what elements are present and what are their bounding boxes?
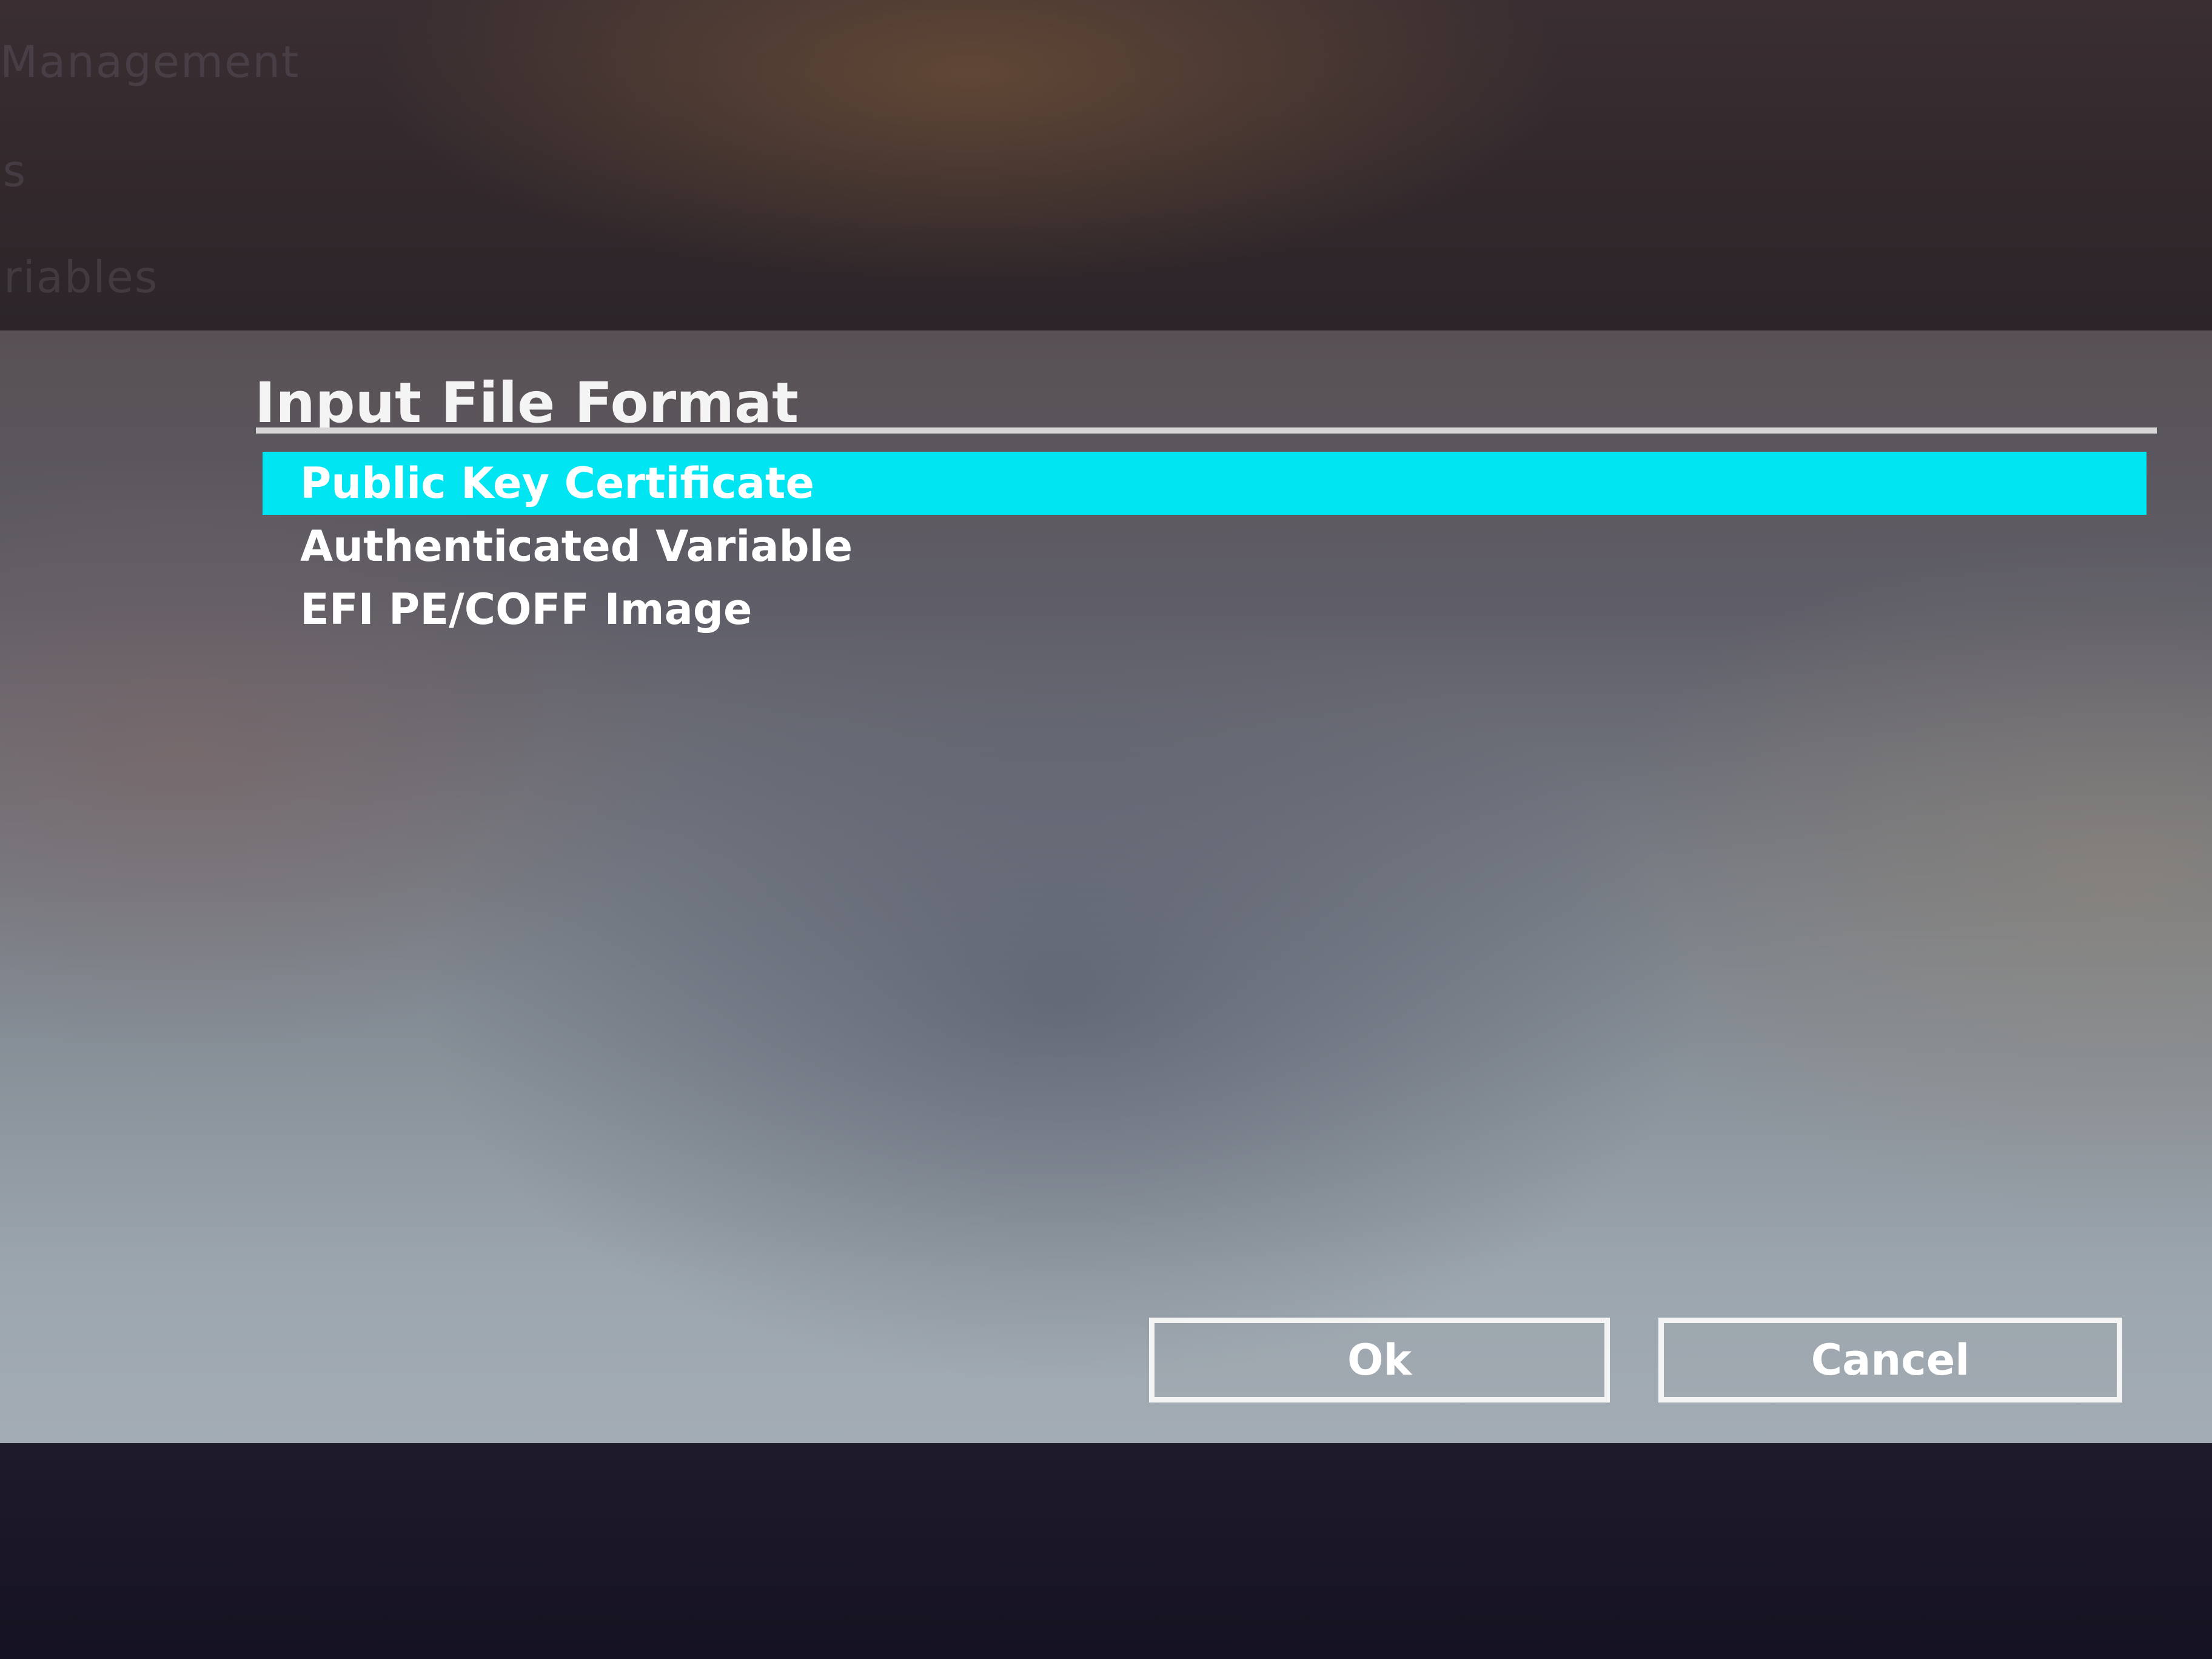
- title-divider: [256, 427, 2157, 434]
- option-authenticated-variable[interactable]: Authenticated Variable: [263, 515, 2147, 578]
- background-menu-item: Management: [0, 36, 300, 87]
- cancel-button[interactable]: Cancel: [1658, 1318, 2122, 1403]
- option-public-key-certificate[interactable]: Public Key Certificate: [263, 452, 2147, 515]
- dialog-title: Input File Format: [255, 370, 799, 435]
- background-screen: Management ys ariables: [0, 0, 2212, 340]
- background-menu-item: ariables: [0, 252, 159, 303]
- format-option-list: Public Key Certificate Authenticated Var…: [263, 452, 2147, 641]
- input-file-format-dialog: Input File Format Public Key Certificate…: [0, 330, 2212, 1443]
- background-menu-item: ys: [0, 146, 27, 196]
- ok-button[interactable]: Ok: [1149, 1318, 1610, 1403]
- option-efi-pe-coff-image[interactable]: EFI PE/COFF Image: [263, 578, 2147, 641]
- background-screen-bottom: [0, 1443, 2212, 1659]
